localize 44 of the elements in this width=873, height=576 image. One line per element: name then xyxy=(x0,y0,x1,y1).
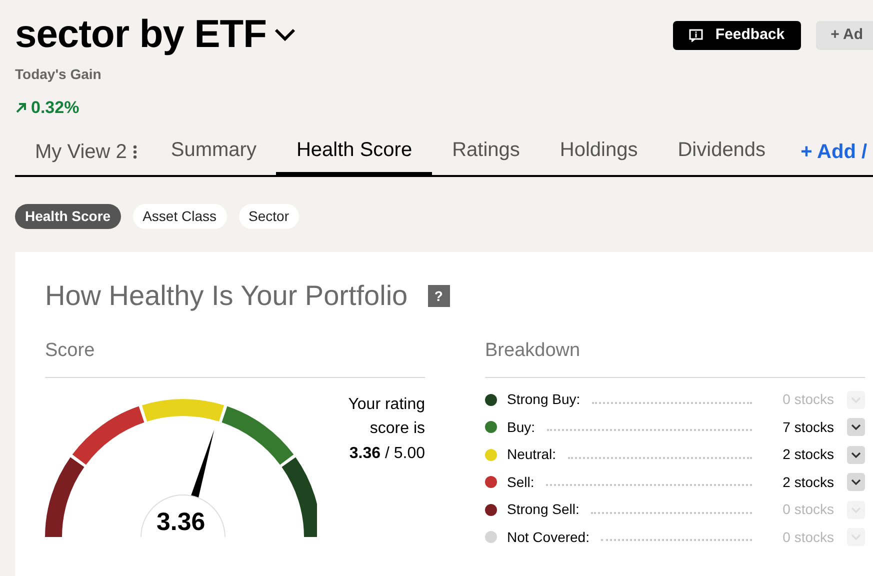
add-view-link[interactable]: + Add / xyxy=(786,128,868,174)
gain-value: 0.32% xyxy=(31,97,80,119)
rating-label: Sell: xyxy=(507,472,534,492)
tab[interactable]: Ratings xyxy=(432,128,540,176)
page-title: sector by ETF xyxy=(15,12,266,58)
tab[interactable]: Summary xyxy=(150,128,276,176)
help-icon[interactable]: ? xyxy=(428,285,450,307)
rating-label: Strong Sell: xyxy=(507,500,580,519)
chevron-down-icon xyxy=(851,479,861,485)
score-heading: Score xyxy=(45,337,425,378)
card-title: How Healthy Is Your Portfolio xyxy=(45,279,408,313)
score-value: 3.36 xyxy=(156,510,206,534)
stock-count: 7 stocks xyxy=(782,418,834,436)
gain-label: Today's Gain xyxy=(15,65,102,84)
stock-count: 0 stocks xyxy=(782,500,834,519)
expand-button[interactable] xyxy=(847,446,865,464)
tab[interactable]: Health Score xyxy=(276,128,432,176)
stock-count: 0 stocks xyxy=(782,528,834,546)
filter-chip[interactable]: Asset Class xyxy=(132,204,227,228)
rating-text: Your rating score is xyxy=(347,394,425,439)
rating-label: Neutral: xyxy=(507,445,556,464)
tab[interactable]: Holdings xyxy=(540,128,658,176)
chevron-down-icon xyxy=(851,452,861,458)
view-tab[interactable]: My View 2 xyxy=(15,128,151,174)
breakdown-heading: Breakdown xyxy=(485,337,865,378)
more-vertical-icon xyxy=(132,144,137,158)
chevron-down-icon[interactable] xyxy=(274,28,296,42)
chevron-down-icon xyxy=(851,424,861,430)
rating-label: Not Covered: xyxy=(507,528,590,546)
add-to-button[interactable]: + Ad xyxy=(816,21,873,50)
stock-count: 2 stocks xyxy=(782,472,834,492)
feedback-button[interactable]: Feedback xyxy=(673,21,801,50)
stock-count: 2 stocks xyxy=(782,445,834,464)
filter-chip[interactable]: Sector xyxy=(238,204,299,228)
filter-chip[interactable]: Health Score xyxy=(15,204,121,228)
arrow-up-right-icon xyxy=(15,102,27,114)
rating-value: 3.36 / 5.00 xyxy=(348,444,425,464)
expand-button[interactable] xyxy=(847,473,865,491)
rating-label: Strong Buy: xyxy=(507,390,580,409)
tab[interactable]: Dividends xyxy=(658,128,786,176)
stock-count: 0 stocks xyxy=(782,390,834,409)
message-icon xyxy=(689,29,704,42)
expand-button[interactable] xyxy=(847,418,865,436)
rating-label: Buy: xyxy=(507,418,536,437)
